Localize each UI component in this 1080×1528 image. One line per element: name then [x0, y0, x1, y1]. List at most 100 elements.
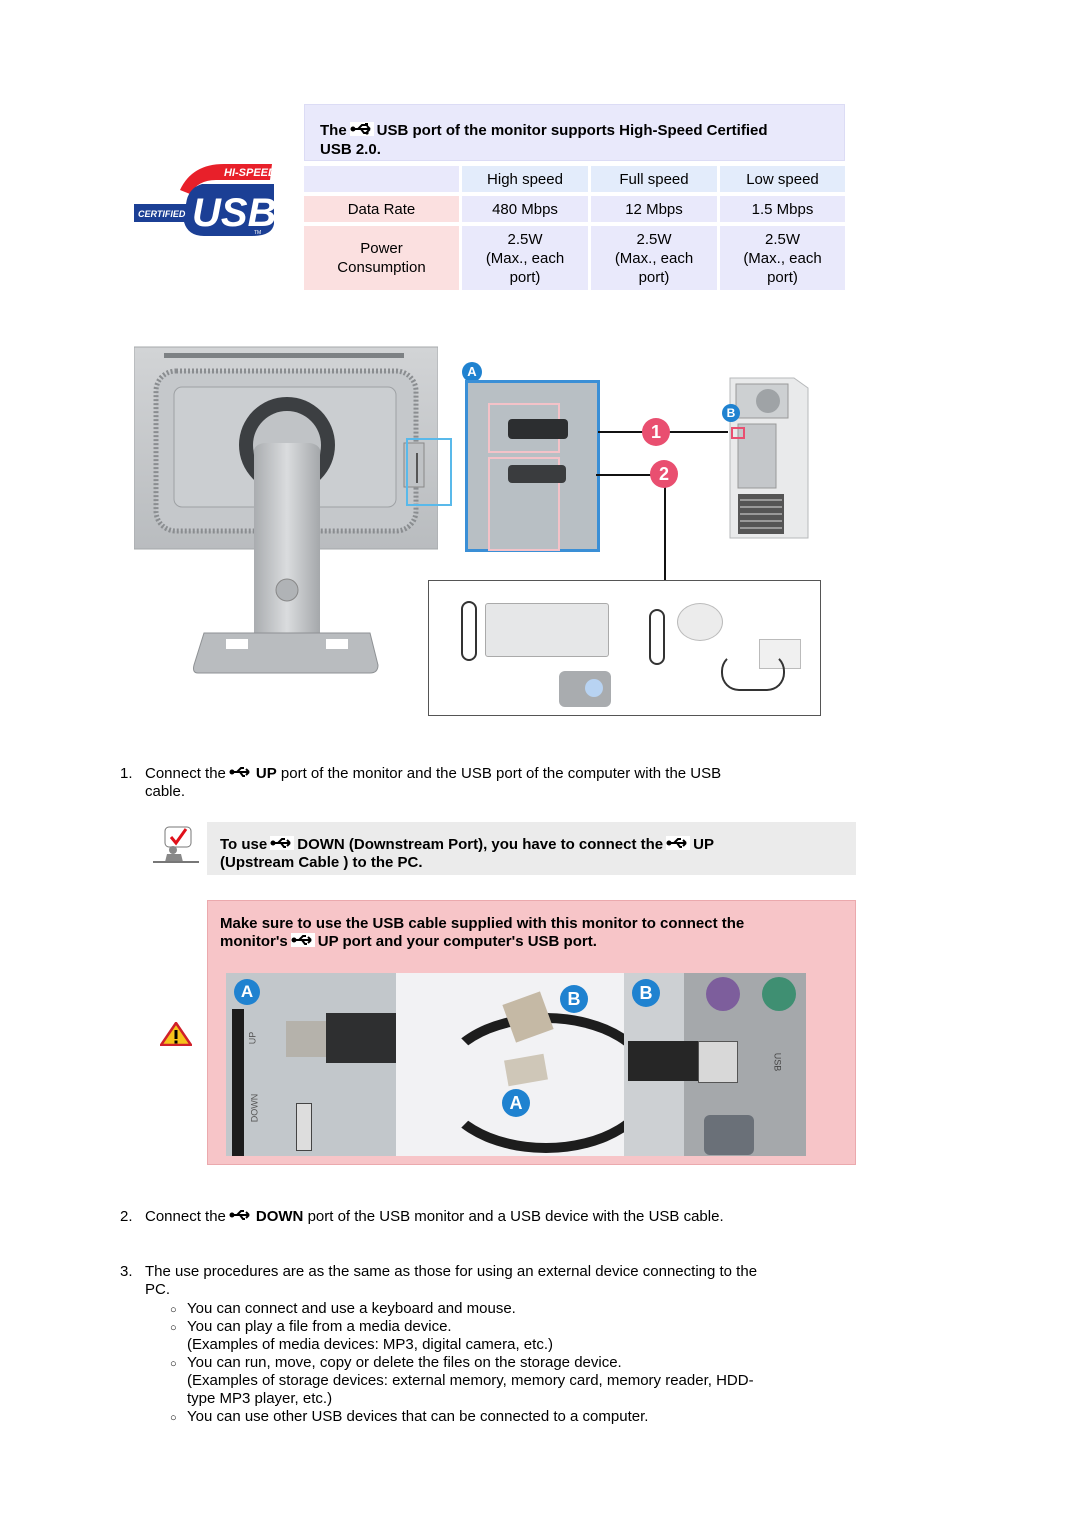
col-header-high-speed: High speed — [462, 166, 588, 192]
sub-item-list: ○ You can connect and use a keyboard and… — [170, 1300, 850, 1426]
monitor-back-illustration — [133, 345, 439, 675]
step-text: port of the monitor and the USB port of … — [280, 765, 722, 782]
list-item-text: You can connect and use a keyboard and m… — [187, 1300, 516, 1317]
usb-b-plug — [508, 419, 568, 439]
photo-pc-usb-port: USB B — [624, 973, 806, 1156]
step-text: Connect the — [145, 765, 226, 782]
list-item: ○ You can connect and use a keyboard and… — [170, 1300, 850, 1318]
power-note: port) — [638, 268, 670, 286]
logo-hi-speed-text: HI-SPEED — [224, 167, 274, 179]
camera-lens — [585, 679, 603, 697]
usb-icon — [228, 1208, 253, 1222]
title-line2: USB 2.0. — [320, 141, 381, 158]
spec-table-title: The USB port of the monitor supports High… — [304, 104, 845, 161]
table-corner-cell — [304, 166, 459, 192]
power-full: 2.5W (Max., each port) — [591, 226, 717, 290]
usb-icon — [270, 836, 295, 850]
warning-triangle-icon — [159, 1021, 193, 1051]
port-name: UP — [255, 765, 277, 782]
note-check-icon — [153, 826, 199, 864]
list-item: ○ You can use other USB devices that can… — [170, 1408, 850, 1426]
row-label-power-consumption: Power Consumption — [304, 226, 459, 290]
warning-box: Make sure to use the USB cable supplied … — [207, 900, 856, 1165]
bullet-circle-icon: ○ — [170, 1412, 177, 1424]
list-item: ○ You can play a file from a media devic… — [170, 1318, 850, 1354]
list-item-text: You can use other USB devices that can b… — [187, 1408, 649, 1425]
port-name: DOWN — [255, 1208, 304, 1225]
power-note: port) — [509, 268, 541, 286]
callout-b-badge: B — [560, 985, 588, 1013]
list-item: ○ You can run, move, copy or delete the … — [170, 1354, 850, 1408]
usb-icon — [228, 765, 253, 779]
col-header-full-speed: Full speed — [591, 166, 717, 192]
keyboard-cable — [461, 601, 477, 661]
step-text: The use procedures are as the same as th… — [145, 1263, 758, 1280]
step-text: Connect the — [145, 1208, 226, 1225]
photo-usb-cable: B A — [396, 973, 624, 1156]
note-box: To use DOWN (Downstream Port), you have t… — [207, 822, 856, 875]
bullet-circle-icon: ○ — [170, 1322, 177, 1334]
usb-b-plug — [326, 1013, 396, 1063]
row-label-data-rate: Data Rate — [304, 196, 459, 222]
note-text-part: DOWN (Downstream Port), you have to conn… — [297, 836, 664, 853]
note-text-part: To use — [220, 836, 268, 853]
ps2-mouse-port — [706, 977, 740, 1011]
step-text: PC. — [145, 1281, 171, 1298]
list-item-text: (Examples of media devices: MP3, digital… — [187, 1336, 553, 1353]
logo-certified-text: CERTIFIED — [138, 209, 186, 219]
callout-b-badge: B — [722, 404, 740, 422]
data-rate-low: 1.5 Mbps — [720, 196, 845, 222]
note-text-part: (Upstream Cable ) to the PC. — [220, 854, 423, 871]
monitor-usb-ports-closeup — [465, 380, 600, 552]
mouse-illustration — [677, 603, 723, 641]
list-item-text: (Examples of storage devices: external m… — [187, 1372, 754, 1389]
list-item-text: You can run, move, copy or delete the fi… — [187, 1354, 622, 1371]
serial-port — [704, 1115, 754, 1155]
logo-usb-text: USB — [192, 191, 274, 235]
photo-monitor-ports: UP DOWN A — [226, 973, 396, 1156]
step-number: 2. — [120, 1208, 133, 1225]
note-text-part: UP — [693, 836, 714, 853]
power-note: port) — [767, 268, 798, 286]
usb-devices-box — [428, 580, 821, 716]
warning-text-part: UP port and your computer's USB port. — [317, 933, 597, 950]
step-number: 3. — [120, 1263, 133, 1280]
power-value: 2.5W — [636, 230, 672, 248]
usb-icon — [349, 122, 374, 136]
logo-tm-text: TM — [254, 230, 261, 236]
storage-cable — [721, 653, 785, 691]
step-2-text: Connect the DOWN port of the USB monitor … — [145, 1208, 825, 1226]
step-text: port of the USB monitor and a USB device… — [307, 1208, 724, 1225]
col-header-low-speed: Low speed — [720, 166, 845, 192]
note-text: To use DOWN (Downstream Port), you have t… — [220, 836, 840, 872]
power-note: (Max., each — [614, 249, 694, 267]
usb-a-plug — [628, 1041, 698, 1081]
list-item-text: type MP3 player, etc.) — [187, 1390, 333, 1407]
pc-tower-illustration — [728, 374, 810, 540]
warning-text: Make sure to use the USB cable supplied … — [220, 915, 840, 951]
bullet-circle-icon: ○ — [170, 1358, 177, 1370]
callout-a-badge: A — [462, 362, 482, 382]
usb-hi-speed-certified-logo: HI-SPEED CERTIFIED USB TM — [132, 160, 276, 238]
step-1: 1. — [120, 765, 133, 783]
warning-text-part: Make sure to use the USB cable supplied … — [220, 915, 745, 932]
power-high: 2.5W (Max., each port) — [462, 226, 588, 290]
power-value: 2.5W — [507, 230, 543, 248]
usb-port-label: USB — [772, 1052, 783, 1072]
port-strip — [232, 1009, 244, 1156]
callout-a-badge: A — [234, 979, 260, 1005]
step-1-text: Connect the UP port of the monitor and th… — [145, 765, 805, 801]
usb-a-plug — [508, 465, 566, 483]
power-value: 2.5W — [764, 230, 800, 248]
power-low: 2.5W (Max., each port) — [720, 226, 845, 290]
ps2-keyboard-port — [762, 977, 796, 1011]
data-rate-high: 480 Mbps — [462, 196, 588, 222]
usb-down-port — [296, 1103, 312, 1151]
mouse-cable — [649, 609, 665, 665]
power-note: (Max., each — [485, 249, 565, 267]
usb-icon — [290, 933, 315, 947]
step-1-badge: 1 — [642, 418, 670, 446]
data-rate-full: 12 Mbps — [591, 196, 717, 222]
camera-illustration — [559, 671, 611, 707]
power-note: (Max., each — [743, 249, 822, 267]
